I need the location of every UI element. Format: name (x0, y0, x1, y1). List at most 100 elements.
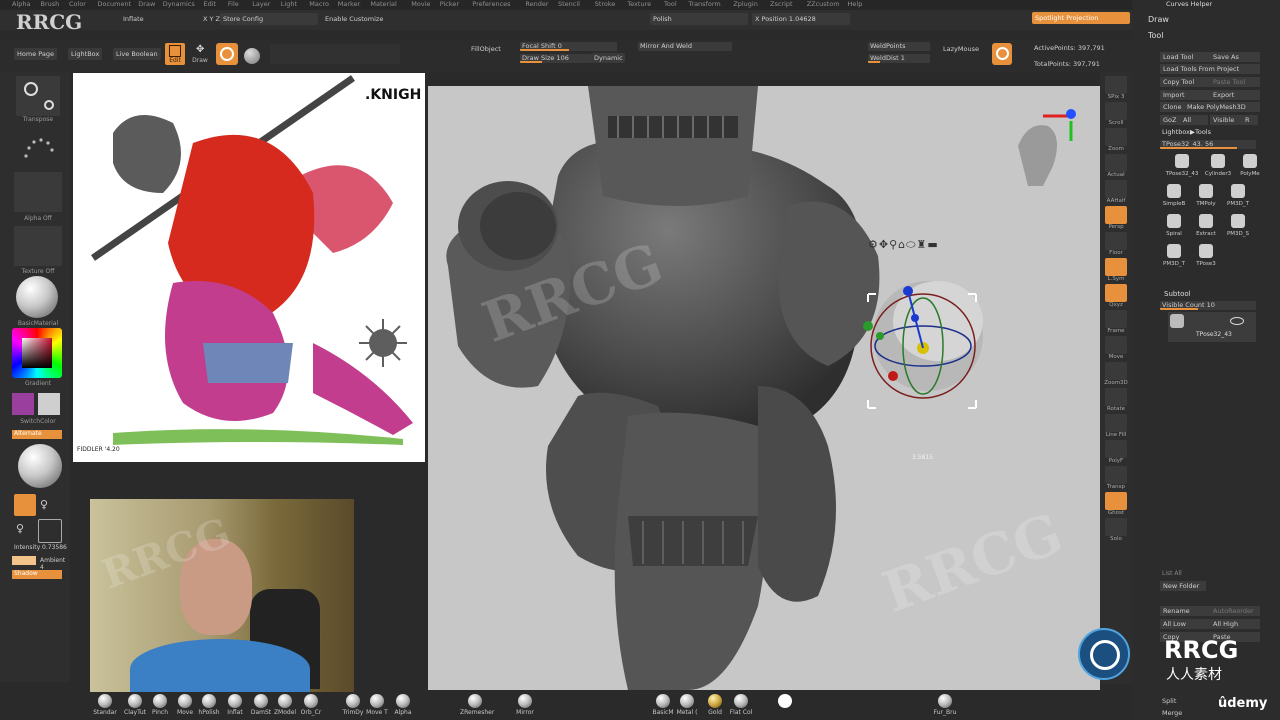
lazy-mouse-button[interactable]: LazyMouse (940, 43, 982, 55)
tool-button[interactable] (1105, 362, 1127, 380)
visible-button[interactable]: Visible (1210, 115, 1242, 125)
brush-slot[interactable]: Alpha (388, 692, 418, 716)
secondary-color-swatch[interactable] (38, 393, 60, 415)
menu-item[interactable]: Brush (41, 0, 60, 8)
ambient-slider[interactable]: Ambient 4 (40, 557, 70, 571)
store-config-button[interactable]: Store Config (220, 13, 318, 25)
goz-button[interactable]: GoZ (1160, 115, 1180, 125)
lightbox-tools-label[interactable]: Lightbox▶Tools (1162, 128, 1211, 136)
spotlight-projection-button[interactable]: Spotlight Projection (1032, 12, 1130, 24)
tool-button[interactable] (1105, 128, 1127, 146)
tool-button[interactable] (1105, 414, 1127, 432)
tool-button[interactable] (1105, 258, 1127, 276)
subtool-item[interactable]: TPose32_43 (1168, 312, 1256, 342)
tool-thumbnail[interactable]: Spiral (1160, 212, 1188, 240)
menu-item[interactable]: Render (525, 0, 548, 8)
tool-button[interactable] (1105, 310, 1127, 328)
viewport-canvas[interactable]: ⚙✥⚲⌂⬭♜▬ 3.5815 (428, 86, 1100, 690)
fill-object-button[interactable]: FillObject (468, 43, 504, 55)
color-picker[interactable] (12, 328, 62, 378)
live-boolean-button[interactable]: Live Boolean (113, 48, 161, 60)
light-bulb-icon[interactable]: ♀ (40, 498, 48, 511)
ambient-color-swatch[interactable] (12, 556, 36, 565)
menu-item[interactable]: Tool (664, 0, 677, 8)
tool-thumbnail[interactable]: SimpleB (1160, 182, 1188, 210)
focal-shift-slider[interactable]: Focal Shift 0 (520, 42, 617, 51)
menu-item[interactable]: Zscript (770, 0, 793, 8)
brush-slot[interactable] (770, 692, 800, 709)
rotate-mode-button[interactable] (216, 43, 238, 65)
alternate-button[interactable]: Alternate (12, 430, 62, 439)
dynamic-perspective-button[interactable] (992, 43, 1012, 65)
curves-helper-label[interactable]: Curves Helper (1166, 0, 1212, 8)
menu-item[interactable]: Stencil (558, 0, 580, 8)
tool-thumbnail[interactable]: TMPoly (1192, 182, 1220, 210)
menu-item[interactable]: Dynamics (163, 0, 195, 8)
tool-button[interactable] (1105, 492, 1127, 510)
menu-item[interactable]: Help (848, 0, 863, 8)
brush-slot[interactable]: ZRemesher (460, 692, 494, 716)
x-position-slider[interactable]: X Position 1.04628 (752, 13, 850, 25)
tool-button[interactable] (1105, 180, 1127, 198)
subtool-title[interactable]: Subtool (1164, 290, 1191, 298)
alpha-swatch[interactable] (14, 172, 62, 212)
clone-button[interactable]: Clone (1160, 102, 1184, 112)
stroke-dots-icon[interactable] (20, 134, 56, 164)
material-sphere-icon[interactable] (16, 276, 58, 318)
tool-button[interactable] (1105, 440, 1127, 458)
auto-reorder-button[interactable]: AutoReorder (1210, 606, 1260, 616)
all-low-button[interactable]: All Low (1160, 619, 1210, 629)
tool-palette-title[interactable]: Tool (1148, 31, 1164, 40)
tool-button[interactable] (1105, 284, 1127, 302)
visible-count-slider[interactable]: Visible Count 10 (1160, 301, 1256, 310)
mirror-weld-button[interactable]: Mirror And Weld (638, 42, 732, 51)
weld-dist-slider[interactable]: WeldDist 1 (868, 54, 930, 63)
tool-button[interactable] (1105, 102, 1127, 120)
menu-item[interactable]: Zplugin (733, 0, 758, 8)
menu-item[interactable]: File (228, 0, 239, 8)
tool-thumbnail[interactable]: PolyMe (1236, 152, 1264, 180)
load-tool-button[interactable]: Load Tool (1160, 52, 1212, 62)
rename-button[interactable]: Rename (1160, 606, 1210, 616)
draw-button[interactable]: ✥ Draw (190, 43, 210, 65)
menu-item[interactable]: Preferences (472, 0, 510, 8)
light-bulb-icon[interactable]: ♀ (16, 522, 24, 535)
tool-button[interactable] (1105, 206, 1127, 224)
menu-item[interactable]: Marker (338, 0, 360, 8)
tool-button[interactable] (1105, 466, 1127, 484)
make-polymesh-button[interactable]: Make PolyMesh3D (1184, 102, 1260, 112)
menu-item[interactable]: Texture (627, 0, 651, 8)
menu-item[interactable]: Document (98, 0, 132, 8)
menu-item[interactable]: Layer (252, 0, 270, 8)
menu-item[interactable]: Stroke (595, 0, 616, 8)
home-page-button[interactable]: Home Page (14, 48, 57, 60)
switch-color-label[interactable]: SwitchColor (14, 418, 62, 425)
brush-slot[interactable]: Mirror (510, 692, 540, 716)
tool-thumbnail[interactable]: PM3D_S (1224, 212, 1252, 240)
tool-button[interactable] (1105, 336, 1127, 354)
tool-button[interactable] (1105, 388, 1127, 406)
menu-item[interactable]: ZZcustom (807, 0, 840, 8)
list-all-button[interactable]: List All (1162, 570, 1182, 577)
new-folder-button[interactable]: New Folder (1160, 581, 1206, 591)
import-button[interactable]: Import (1160, 90, 1212, 100)
tool-thumbnail[interactable]: PM3D_T (1160, 242, 1188, 270)
light-sphere-icon[interactable] (18, 444, 62, 488)
gizmo-toolbar-icons[interactable]: ⚙✥⚲⌂⬭♜▬ (868, 238, 978, 252)
tool-thumbnail[interactable]: Cylinder3 (1204, 152, 1232, 180)
tool-button[interactable] (1105, 154, 1127, 172)
menu-item[interactable]: Alpha (12, 0, 30, 8)
material-sphere-icon[interactable] (244, 48, 260, 64)
inflate-slider[interactable]: Inflate (120, 13, 147, 25)
menu-item[interactable]: Color (69, 0, 86, 8)
split-button[interactable]: Split (1162, 697, 1176, 705)
enable-customize-button[interactable]: Enable Customize (322, 13, 387, 25)
brush-slot[interactable]: Fur_Bru (930, 692, 960, 716)
draw-palette-title[interactable]: Draw (1148, 15, 1169, 24)
tool-thumbnail[interactable]: TPose32_43 (1160, 152, 1204, 180)
load-tools-from-project-button[interactable]: Load Tools From Project (1160, 64, 1260, 74)
menu-item[interactable]: Edit (204, 0, 217, 8)
draw-size-slider[interactable]: Draw Size 106 (520, 54, 592, 63)
save-as-button[interactable]: Save As (1210, 52, 1260, 62)
menu-item[interactable]: Macro (309, 0, 329, 8)
